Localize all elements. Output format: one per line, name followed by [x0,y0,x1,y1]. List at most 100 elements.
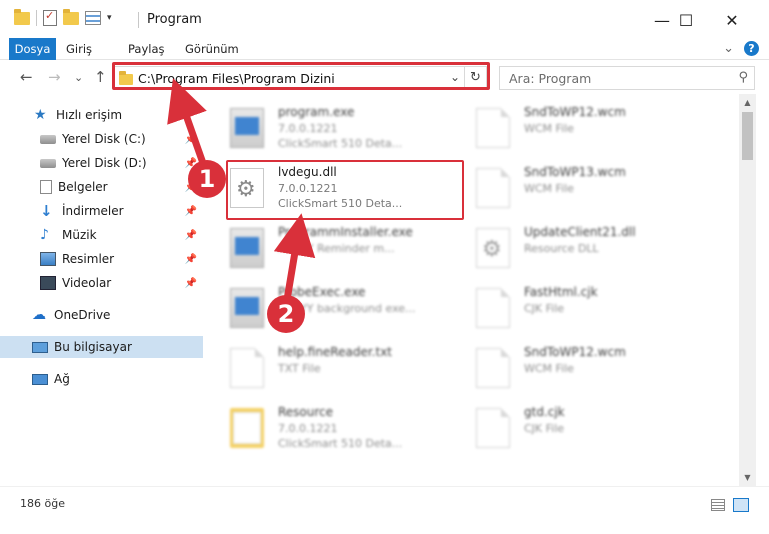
file-name: SndToWP12.wcm [524,105,626,119]
file-item[interactable]: SndToWP13.wcm WCM File [476,162,706,216]
address-highlight-box [112,62,490,90]
sidebar-item-disk-d[interactable]: Yerel Disk (D:) 📌 [0,152,203,174]
file-name: FastHtml.cjk [524,285,598,299]
exe-file-icon [230,288,264,328]
file-item[interactable]: program.exe 7.0.0.1221 ClickSmart 510 De… [230,102,460,156]
file-name: SndToWP12.wcm [524,345,626,359]
file-name: help.fineReader.txt [278,345,392,359]
close-button[interactable]: ✕ [709,6,755,34]
step-badge-1: 1 [188,160,226,198]
new-folder-icon[interactable] [63,8,79,25]
pin-icon[interactable]: 📌 [185,278,197,289]
item-count: 186 öğe [20,497,65,510]
videos-icon [40,276,56,290]
document-icon [40,180,52,194]
vertical-scrollbar[interactable]: ▲ ▼ [739,94,756,486]
file-item[interactable]: gtd.cjk CJK File [476,402,706,456]
music-icon: ♪ [40,227,49,243]
scroll-down-icon[interactable]: ▼ [739,469,756,486]
file-item[interactable]: SndToWP12.wcm WCM File [476,342,706,396]
search-box[interactable]: Ara: Program ⚲ [499,66,755,90]
sidebar-item-network[interactable]: Ağ [0,368,203,390]
file-icon [476,288,510,328]
forward-arrow-icon[interactable]: → [48,68,61,86]
ribbon-tabs: Dosya Giriş Paylaş Görünüm ⌄ ? [0,38,769,60]
scrollbar-thumb[interactable] [742,112,753,160]
file-description: ClickSmart 510 Deta... [278,437,403,450]
view-options-icon[interactable] [85,11,101,25]
back-arrow-icon[interactable]: ← [20,68,33,86]
sidebar-item-this-pc[interactable]: Bu bilgisayar [0,336,203,358]
pin-icon[interactable]: 📌 [185,206,197,217]
file-type: WCM File [524,362,574,375]
file-name: program.exe [278,105,355,119]
sidebar-item-videos[interactable]: Videolar 📌 [0,272,203,294]
search-icon[interactable]: ⚲ [738,70,748,85]
sidebar-item-label: Belgeler [58,180,108,194]
tab-home[interactable]: Giriş [66,38,92,60]
search-input[interactable]: Ara: Program [509,71,591,86]
details-view-icon[interactable] [711,499,725,511]
sidebar-item-downloads[interactable]: ↓ İndirmeler 📌 [0,200,203,222]
file-version: 7.0.0.1221 [278,422,338,435]
pin-icon[interactable]: 📌 [185,230,197,241]
pin-icon[interactable]: 📌 [185,134,197,145]
expand-ribbon-icon[interactable]: ⌄ [723,41,734,56]
file-version: 7.0.0.1221 [278,122,338,135]
sidebar-item-quick-access[interactable]: ★ Hızlı erişim [0,104,203,126]
maximize-button[interactable]: ☐ [663,6,709,34]
help-icon[interactable]: ? [744,41,759,56]
sidebar-item-label: Müzik [62,228,97,242]
properties-icon[interactable] [43,9,57,26]
exe-file-icon [230,108,264,148]
sidebar-item-disk-c[interactable]: Yerel Disk (C:) 📌 [0,128,203,150]
file-item[interactable]: help.fineReader.txt TXT File [230,342,460,396]
file-description: ClickSmart 510 Deta... [278,137,403,150]
file-item[interactable]: ProgrammInstaller.exe ABBYY Reminder m..… [230,222,460,276]
customize-toolbar-icon[interactable]: ▾ [107,13,112,23]
tab-file[interactable]: Dosya [9,38,56,60]
file-item[interactable]: ProbeExec.exe ABBYY background exe... [230,282,460,336]
pictures-icon [40,252,56,266]
file-item[interactable]: ⚙ UpdateClient21.dll Resource DLL [476,222,706,276]
file-type: CJK File [524,422,565,435]
sidebar-item-onedrive[interactable]: ☁ OneDrive [0,304,203,326]
divider [0,486,769,487]
folder-icon [230,408,264,448]
sidebar-item-label: OneDrive [54,308,111,322]
sidebar-item-pictures[interactable]: Resimler 📌 [0,248,203,270]
scroll-up-icon[interactable]: ▲ [739,94,756,111]
file-item[interactable]: SndToWP12.wcm WCM File [476,102,706,156]
exe-file-icon [230,228,264,268]
status-bar: 186 öğe [0,494,769,516]
file-name: Resource [278,405,334,419]
sidebar-item-music[interactable]: ♪ Müzik 📌 [0,224,203,246]
divider [36,10,37,26]
large-icons-view-icon[interactable] [733,498,749,512]
file-type: WCM File [524,122,574,135]
sidebar-item-label: Resimler [62,252,115,266]
recent-locations-icon[interactable]: ⌄ [74,71,83,84]
sidebar-item-documents[interactable]: Belgeler 📌 [0,176,203,198]
up-arrow-icon[interactable]: ↑ [94,68,107,86]
file-type: CJK File [524,302,565,315]
file-name: gtd.cjk [524,405,565,419]
ribbon-controls: ⌄ ? [723,41,759,56]
text-file-icon [230,348,264,388]
tab-view[interactable]: Görünüm [185,38,239,60]
file-description: ABBYY Reminder m... [278,242,395,255]
file-icon [476,108,510,148]
network-icon [32,373,48,385]
file-list: program.exe 7.0.0.1221 ClickSmart 510 De… [204,94,739,486]
file-highlight-box [226,160,464,220]
file-item[interactable]: FastHtml.cjk CJK File [476,282,706,336]
file-type: Resource DLL [524,242,599,255]
file-icon [476,168,510,208]
folder-icon [14,8,30,25]
pin-icon[interactable]: 📌 [185,254,197,265]
disk-icon [40,158,56,168]
file-type: WCM File [524,182,574,195]
tab-share[interactable]: Paylaş [128,38,165,60]
file-item[interactable]: Resource 7.0.0.1221 ClickSmart 510 Deta.… [230,402,460,456]
sidebar-item-label: Yerel Disk (D:) [62,156,147,170]
